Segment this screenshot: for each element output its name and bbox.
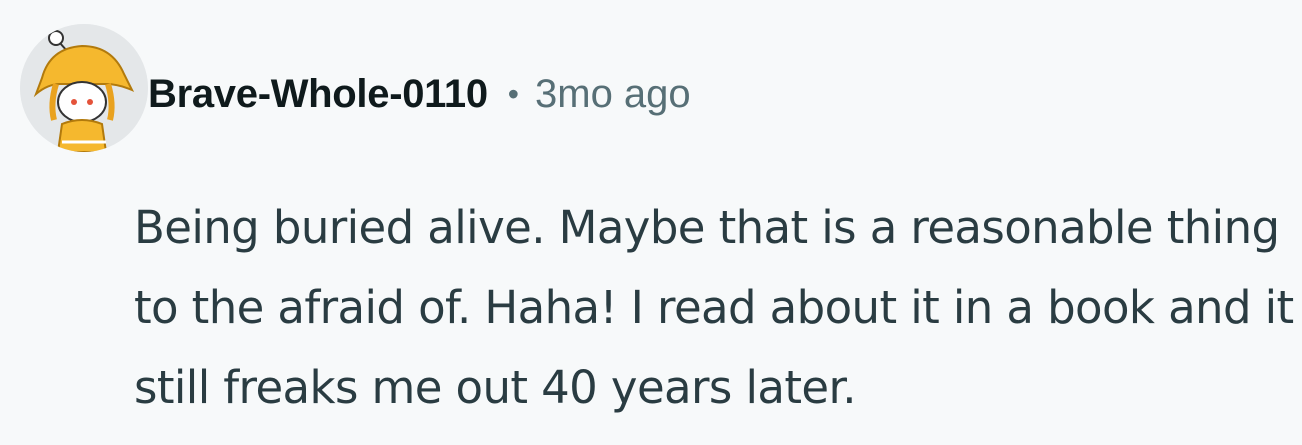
- meta-separator: •: [507, 75, 519, 112]
- author-username[interactable]: Brave-Whole-0110: [148, 72, 488, 117]
- user-avatar[interactable]: [20, 24, 148, 152]
- comment-body: Being buried alive. Maybe that is a reas…: [134, 201, 1294, 414]
- comment-card: Brave-Whole-0110 • 3mo ago Being buried …: [0, 0, 1302, 445]
- comment-header: Brave-Whole-0110 • 3mo ago: [148, 66, 691, 122]
- snoo-avatar-yellow-hat-icon: [20, 24, 148, 152]
- comment-timestamp[interactable]: 3mo ago: [535, 72, 691, 117]
